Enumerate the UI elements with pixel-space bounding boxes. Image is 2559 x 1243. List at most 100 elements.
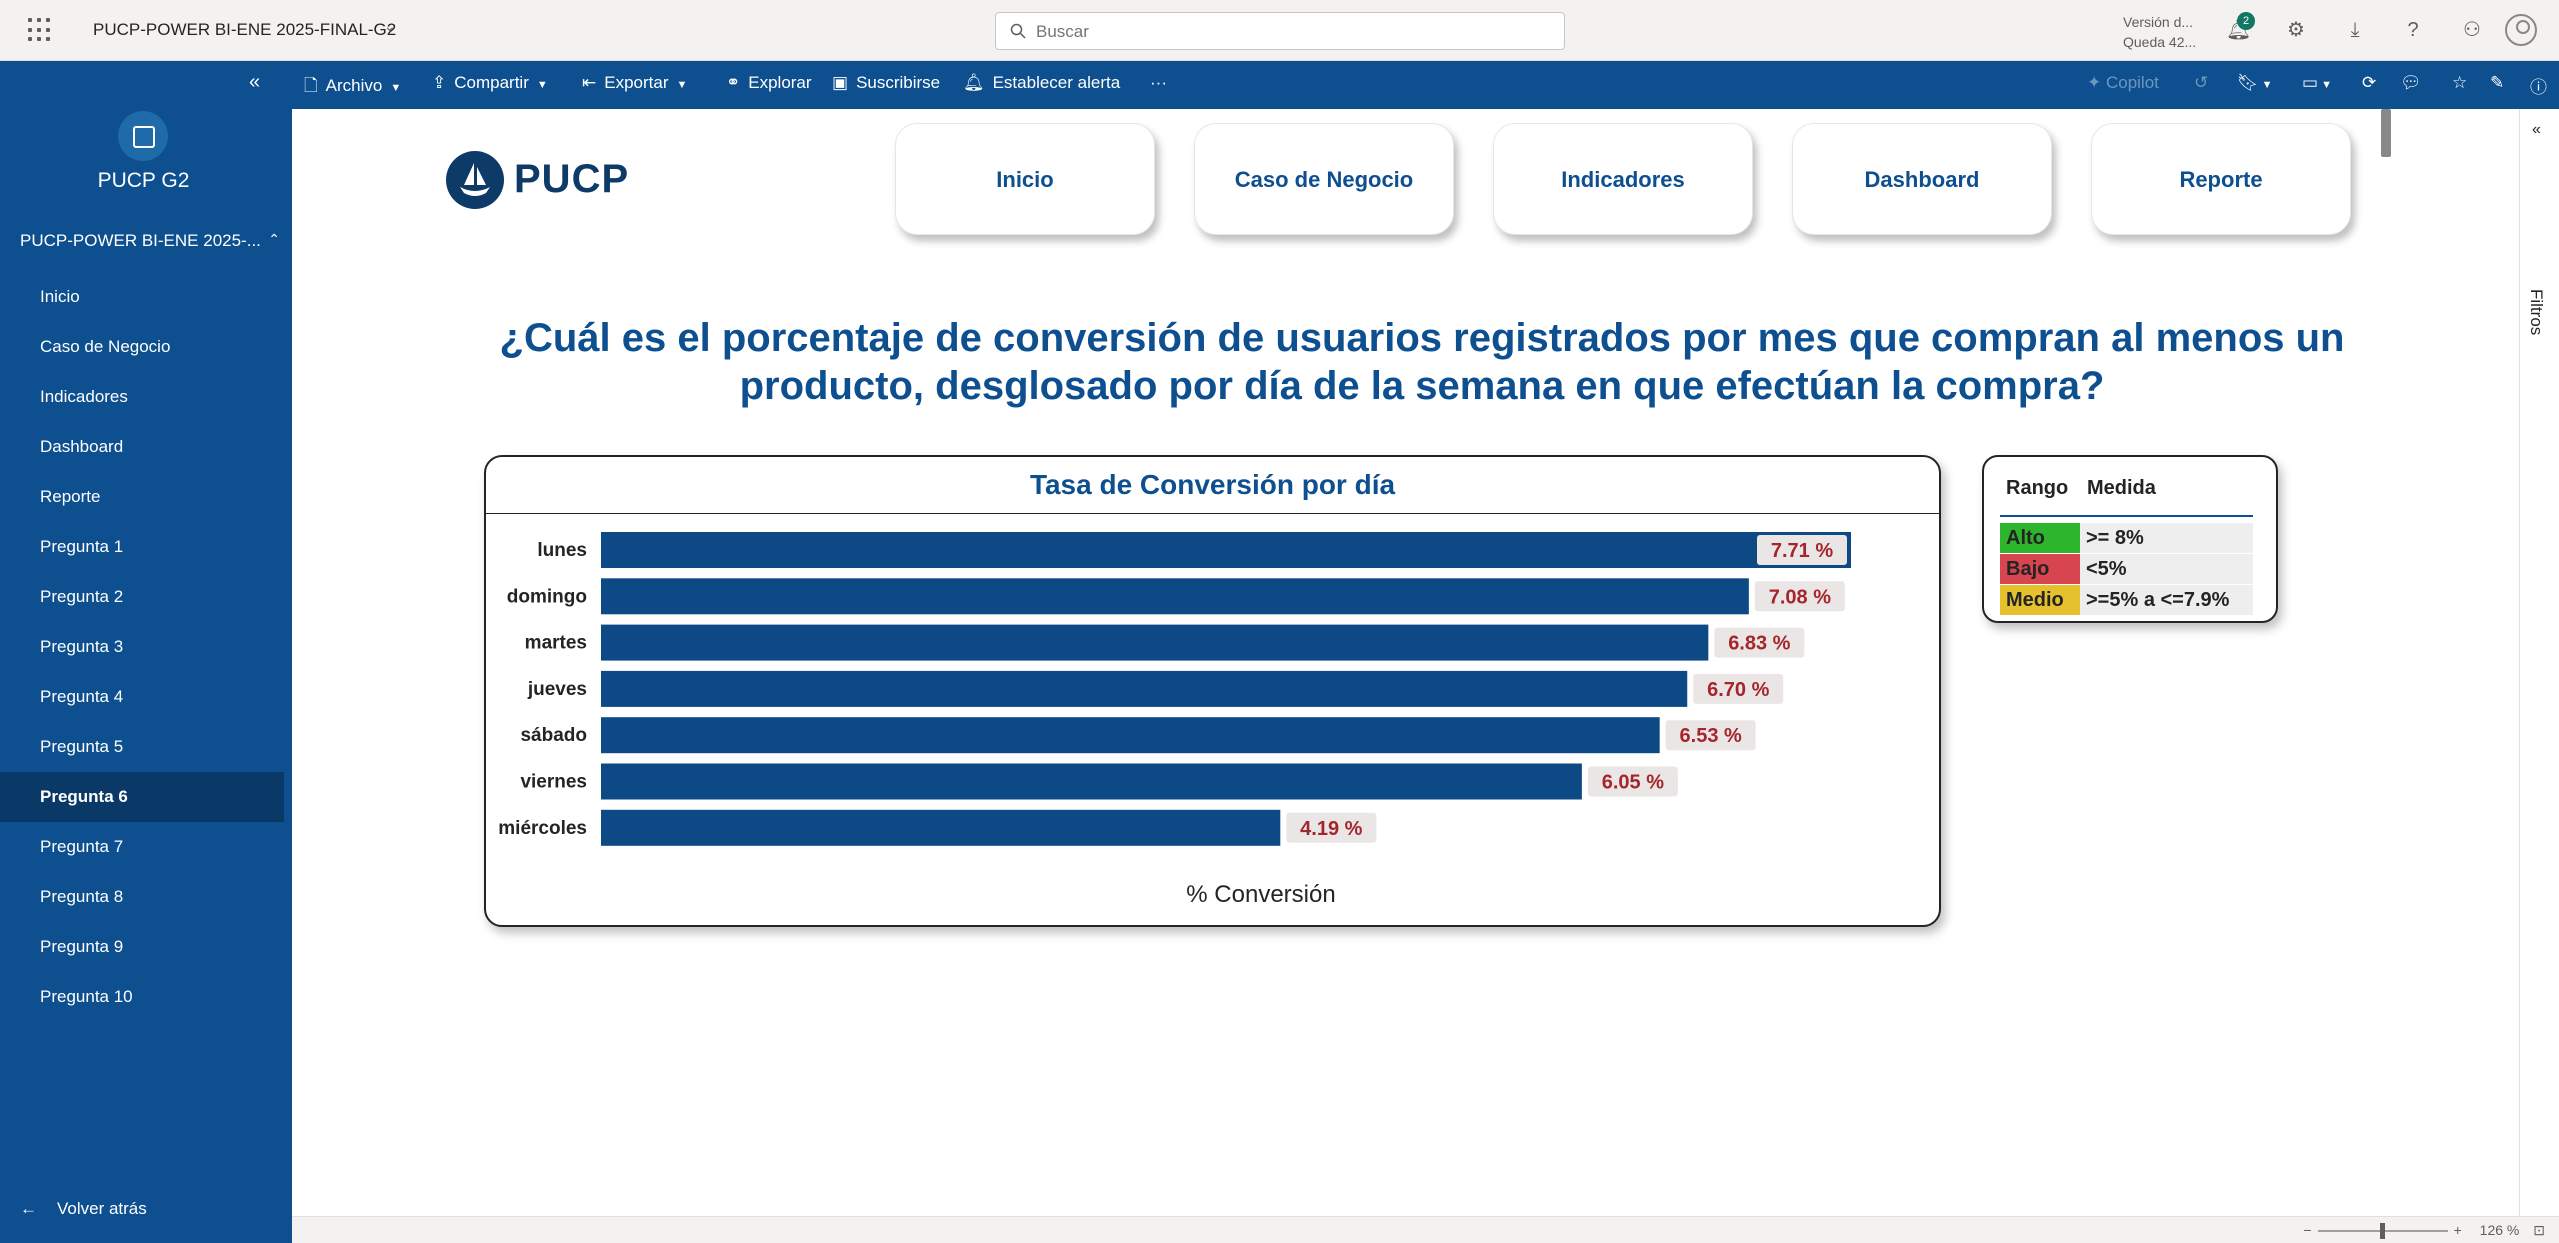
legend-range-value: >= 8% [2080, 523, 2253, 553]
bar[interactable] [601, 717, 1660, 754]
sidebar-item-dashboard[interactable]: Dashboard [0, 422, 284, 472]
conversion-chart[interactable]: Tasa de Conversión por día lunes 7.71 % do… [484, 455, 1941, 927]
app-logo-icon [118, 111, 168, 161]
legend-row-alto: Alto >= 8% [2000, 523, 2253, 553]
subscribe-label: Suscribirse [856, 73, 941, 92]
file-menu-button[interactable]: 🗋 Archivo ▼ [304, 73, 401, 102]
nav-button-dashboard[interactable]: Dashboard [1792, 123, 2052, 235]
data-label: 7.71 % [1771, 540, 1833, 562]
explore-label: Explorar [748, 73, 812, 92]
pucp-logo-text: PUCP [514, 157, 630, 201]
download-icon[interactable]: ⤓ [2343, 18, 2367, 42]
report-header[interactable]: PUCP-POWER BI-ENE 2025-... ⌃ [20, 231, 280, 251]
subscribe-icon: ▣ [832, 73, 849, 92]
view-icon[interactable]: ▭ ▼ [2302, 73, 2332, 93]
data-label: 6.53 % [1680, 725, 1742, 747]
share-menu-button[interactable]: ⇪ Compartir ▼ [432, 73, 548, 93]
bar[interactable] [601, 578, 1749, 615]
sidebar-item-pregunta-9[interactable]: Pregunta 9 [0, 922, 284, 972]
gear-icon[interactable]: ⚙ [2284, 18, 2308, 42]
avatar[interactable] [2505, 14, 2537, 46]
legend-header-range: Rango [2006, 477, 2069, 499]
zoom-slider[interactable] [2317, 1223, 2448, 1240]
copilot-button[interactable]: ✦ Copilot [2087, 73, 2159, 93]
version-line: Versión d... [2123, 14, 2194, 30]
export-menu-label: Exportar [604, 73, 669, 92]
nav-button-inicio[interactable]: Inicio [895, 123, 1155, 235]
subscribe-button[interactable]: ▣ Suscribirse [832, 73, 940, 93]
workspace-title[interactable]: PUCP-POWER BI-ENE 2025-FINAL-G2 [93, 20, 396, 40]
edit-icon[interactable]: ✎ [2490, 73, 2504, 93]
bookmark-icon[interactable]: 🔖︎ ▼ [2237, 73, 2273, 93]
chevron-down-icon: ▼ [676, 79, 688, 91]
bell-icon: 🔔︎ [963, 73, 985, 92]
status-bar: − + 126 % ⊡ [292, 1216, 2559, 1243]
bar-chart-svg: lunes 7.71 % domingo 7.08 % martes 6.83 % juev… [498, 532, 1851, 846]
data-label: 4.19 % [1300, 818, 1362, 840]
sidebar-item-indicadores[interactable]: Indicadores [0, 372, 284, 422]
sidebar-item-pregunta-4[interactable]: Pregunta 4 [0, 672, 284, 722]
sidebar-item-reporte[interactable]: Reporte [0, 472, 284, 522]
reset-icon[interactable]: ↺ [2194, 73, 2208, 93]
chart-divider [486, 513, 1939, 514]
bar[interactable] [601, 624, 1709, 661]
canvas-scrollbar[interactable] [2381, 109, 2391, 157]
zoom-in-icon[interactable]: + [2454, 1222, 2462, 1238]
nav-button-reporte[interactable]: Reporte [2091, 123, 2351, 235]
collapse-nav-icon[interactable]: « [249, 71, 260, 94]
zoom-out-icon[interactable]: − [2303, 1222, 2311, 1238]
nav-button-indicadores[interactable]: Indicadores [1493, 123, 1753, 235]
export-menu-button[interactable]: ⇤ Exportar ▼ [582, 73, 687, 93]
sidebar-item-pregunta-1[interactable]: Pregunta 1 [0, 522, 284, 572]
search-input[interactable] [1036, 19, 1536, 45]
sidebar-item-pregunta-8[interactable]: Pregunta 8 [0, 872, 284, 922]
file-icon: 🗋 [304, 76, 318, 95]
explore-button[interactable]: ⚭ Explorar [726, 73, 812, 93]
app-launcher-icon[interactable] [28, 18, 52, 42]
left-navigation: « PUCP G2 PUCP-POWER BI-ENE 2025-... ⌃ I… [0, 61, 292, 1243]
back-button[interactable]: ← Volver atrás [20, 1199, 147, 1219]
sidebar-item-inicio[interactable]: Inicio [0, 272, 284, 322]
fit-page-icon[interactable]: ⊡ [2533, 1222, 2545, 1238]
set-alert-button[interactable]: 🔔︎ Establecer alerta [963, 73, 1120, 93]
zoom-slider-knob[interactable] [2379, 1223, 2385, 1240]
info-icon[interactable]: ⓘ [2530, 73, 2547, 98]
chevron-up-icon[interactable]: ⌃ [268, 231, 280, 248]
sidebar-item-pregunta-5[interactable]: Pregunta 5 [0, 722, 284, 772]
filters-pane[interactable]: « Filtros [2519, 109, 2559, 1216]
help-icon[interactable]: ? [2401, 18, 2425, 42]
sidebar-item-pregunta-10[interactable]: Pregunta 10 [0, 972, 284, 1022]
top-bar: PUCP-POWER BI-ENE 2025-FINAL-G2 ⌄ Versió… [0, 0, 2559, 61]
arrow-left-icon: ← [20, 1199, 37, 1218]
data-label: 6.70 % [1707, 679, 1769, 701]
sidebar-item-pregunta-6[interactable]: Pregunta 6 [0, 772, 284, 822]
export-icon: ⇤ [582, 73, 597, 92]
category-label: domingo [507, 586, 587, 607]
bar[interactable] [601, 532, 1851, 568]
share-people-icon[interactable]: ⚇ [2460, 18, 2484, 42]
legend-range-value: <5% [2080, 554, 2253, 584]
nav-button-caso-de-negocio[interactable]: Caso de Negocio [1194, 123, 1454, 235]
zoom-level: 126 % [2479, 1222, 2520, 1238]
version-info[interactable]: Versión d... Queda 42... [2123, 12, 2196, 52]
refresh-icon[interactable]: ⟳ [2362, 73, 2376, 93]
sidebar-item-pregunta-2[interactable]: Pregunta 2 [0, 572, 284, 622]
bar[interactable] [601, 763, 1582, 800]
data-label: 6.05 % [1602, 772, 1664, 794]
sidebar-item-pregunta-3[interactable]: Pregunta 3 [0, 622, 284, 672]
share-menu-label: Compartir [454, 73, 529, 92]
action-bar: 🗋 Archivo ▼ ⇪ Compartir ▼ ⇤ Exportar ▼ ⚭ Explor… [292, 61, 2559, 109]
chevron-down-icon[interactable]: ⌄ [384, 18, 396, 35]
chart-title: Tasa de Conversión por día [1029, 469, 1396, 500]
star-icon[interactable]: ☆ [2452, 73, 2467, 93]
more-options-button[interactable]: ··· [1150, 73, 1167, 93]
bar[interactable] [601, 670, 1688, 707]
bar[interactable] [601, 809, 1281, 846]
expand-filters-icon[interactable]: « [2532, 121, 2541, 139]
filters-label[interactable]: Filtros [2526, 289, 2546, 335]
sidebar-item-pregunta-7[interactable]: Pregunta 7 [0, 822, 284, 872]
zoom-control[interactable]: − + 126 % ⊡ [2303, 1222, 2545, 1240]
sidebar-item-caso-de-negocio[interactable]: Caso de Negocio [0, 322, 284, 372]
search-box[interactable] [995, 12, 1565, 50]
comment-icon[interactable]: 💬︎ [2400, 73, 2422, 93]
